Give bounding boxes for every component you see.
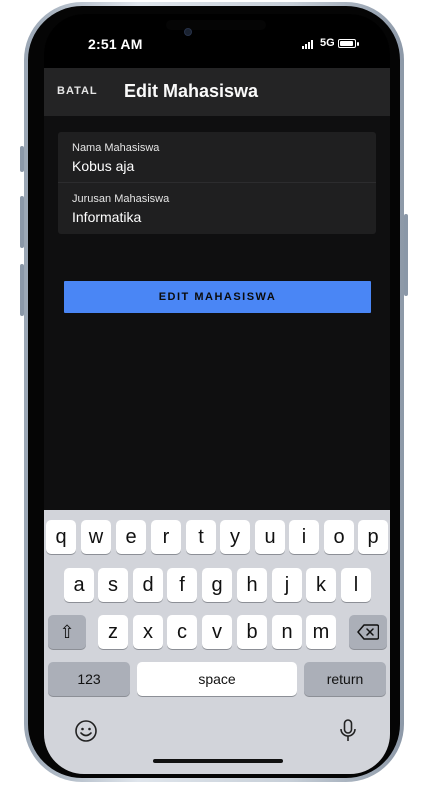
keyboard-row-1: q w e r t y u i o p bbox=[44, 520, 390, 554]
key-n[interactable]: n bbox=[272, 615, 302, 649]
jurusan-mahasiswa-field[interactable]: Jurusan Mahasiswa Informatika bbox=[58, 183, 376, 233]
key-i[interactable]: i bbox=[289, 520, 319, 554]
key-a[interactable]: a bbox=[64, 568, 94, 602]
key-q[interactable]: q bbox=[46, 520, 76, 554]
key-v[interactable]: v bbox=[202, 615, 232, 649]
key-w[interactable]: w bbox=[81, 520, 111, 554]
key-r[interactable]: r bbox=[151, 520, 181, 554]
battery-icon bbox=[338, 39, 359, 48]
phone-frame: 2:51 AM 5G BATAL Edit Mahasiswa Nama Mah… bbox=[20, 2, 408, 782]
status-bar: 2:51 AM 5G bbox=[44, 14, 390, 68]
backspace-key[interactable] bbox=[349, 615, 387, 649]
keyboard-row-4: 123 space return bbox=[44, 662, 390, 696]
cancel-button[interactable]: BATAL bbox=[57, 85, 98, 97]
key-t[interactable]: t bbox=[186, 520, 216, 554]
space-key[interactable]: space bbox=[137, 662, 297, 696]
key-p[interactable]: p bbox=[358, 520, 388, 554]
jurusan-mahasiswa-label: Jurusan Mahasiswa bbox=[72, 193, 170, 205]
keyboard-row-3: ⇧ z x c v b n m bbox=[44, 615, 390, 649]
nama-mahasiswa-field[interactable]: Nama Mahasiswa Kobus aja bbox=[58, 132, 376, 182]
return-key[interactable]: return bbox=[304, 662, 386, 696]
key-m[interactable]: m bbox=[306, 615, 336, 649]
key-e[interactable]: e bbox=[116, 520, 146, 554]
keyboard-row-2: a s d f g h j k l bbox=[44, 568, 390, 602]
key-d[interactable]: d bbox=[133, 568, 163, 602]
key-l[interactable]: l bbox=[341, 568, 371, 602]
key-f[interactable]: f bbox=[167, 568, 197, 602]
volume-down-button bbox=[20, 264, 24, 316]
key-u[interactable]: u bbox=[255, 520, 285, 554]
key-j[interactable]: j bbox=[272, 568, 302, 602]
network-type: 5G bbox=[320, 37, 335, 49]
backspace-icon bbox=[357, 624, 379, 640]
status-time: 2:51 AM bbox=[88, 36, 143, 52]
side-button bbox=[20, 146, 24, 172]
page-title: Edit Mahasiswa bbox=[124, 81, 259, 101]
key-b[interactable]: b bbox=[237, 615, 267, 649]
dynamic-island bbox=[166, 20, 266, 30]
home-indicator bbox=[153, 759, 283, 763]
key-c[interactable]: c bbox=[167, 615, 197, 649]
phone-bezel: 2:51 AM 5G BATAL Edit Mahasiswa Nama Mah… bbox=[28, 6, 400, 778]
key-x[interactable]: x bbox=[133, 615, 163, 649]
key-o[interactable]: o bbox=[324, 520, 354, 554]
microphone-icon[interactable] bbox=[338, 718, 358, 744]
nama-mahasiswa-input[interactable]: Kobus aja bbox=[72, 158, 134, 174]
signal-icon bbox=[302, 40, 313, 49]
key-g[interactable]: g bbox=[202, 568, 232, 602]
jurusan-mahasiswa-input[interactable]: Informatika bbox=[72, 209, 141, 225]
edit-mahasiswa-button[interactable]: EDIT MAHASISWA bbox=[64, 281, 371, 313]
power-button bbox=[404, 214, 408, 296]
numbers-key[interactable]: 123 bbox=[48, 662, 130, 696]
phone-screen: 2:51 AM 5G BATAL Edit Mahasiswa Nama Mah… bbox=[44, 14, 390, 774]
volume-up-button bbox=[20, 196, 24, 248]
shift-key[interactable]: ⇧ bbox=[48, 615, 86, 649]
app-bar: BATAL Edit Mahasiswa bbox=[44, 68, 390, 116]
key-z[interactable]: z bbox=[98, 615, 128, 649]
keyboard: q w e r t y u i o p a s d f g h j k l ⇧ … bbox=[44, 510, 390, 774]
nama-mahasiswa-label: Nama Mahasiswa bbox=[72, 142, 160, 154]
key-h[interactable]: h bbox=[237, 568, 267, 602]
key-k[interactable]: k bbox=[306, 568, 336, 602]
front-camera bbox=[184, 28, 192, 36]
key-y[interactable]: y bbox=[220, 520, 250, 554]
key-s[interactable]: s bbox=[98, 568, 128, 602]
shift-icon: ⇧ bbox=[59, 621, 75, 642]
emoji-icon[interactable] bbox=[74, 719, 98, 743]
student-form: Nama Mahasiswa Kobus aja Jurusan Mahasis… bbox=[58, 132, 376, 234]
